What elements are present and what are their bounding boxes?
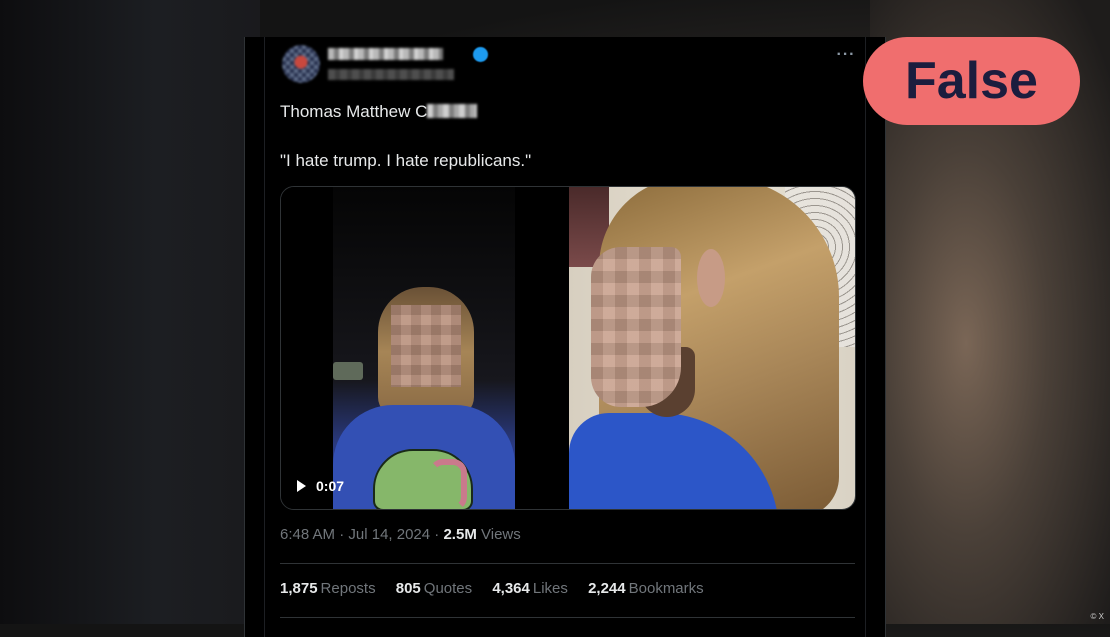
tweet-text-line-2: "I hate trump. I hate republicans." — [280, 151, 532, 170]
verdict-badge: False — [863, 37, 1080, 125]
tweet-name-text: Thomas Matthew C — [280, 102, 428, 121]
reposts-count: 1,875 — [280, 580, 318, 597]
user-handle-blurred[interactable] — [328, 69, 454, 80]
bookmarks-link[interactable]: 2,244 Bookmarks — [588, 580, 704, 597]
divider — [280, 563, 855, 564]
pixelated-face-profile — [591, 247, 681, 407]
tweet-time[interactable]: 6:48 AM — [280, 526, 335, 543]
divider — [280, 617, 855, 618]
bookmarks-label: Bookmarks — [628, 580, 704, 597]
verified-badge-icon — [473, 47, 488, 62]
play-icon[interactable] — [297, 480, 306, 492]
person-ear — [697, 249, 725, 307]
image-credit: © X — [1090, 612, 1104, 621]
reposts-label: Reposts — [320, 580, 376, 597]
pixelated-face — [391, 305, 461, 387]
tweet-date[interactable]: Jul 14, 2024 — [348, 526, 430, 543]
tweet-meta: 6:48 AM · Jul 14, 2024 · 2.5M Views — [280, 526, 521, 543]
likes-count: 4,364 — [492, 580, 530, 597]
avatar[interactable] — [282, 45, 320, 83]
views-label: Views — [481, 526, 521, 543]
reposts-link[interactable]: 1,875 Reposts — [280, 580, 376, 597]
background-left — [0, 0, 260, 624]
display-name-blurred[interactable] — [328, 48, 443, 60]
bookmarks-count: 2,244 — [588, 580, 626, 597]
background-light — [333, 362, 363, 380]
more-horizontal-icon[interactable]: ··· — [833, 45, 859, 65]
video-duration: 0:07 — [316, 478, 345, 494]
tweet-media: 0:07 — [280, 186, 856, 510]
quotes-count: 805 — [395, 580, 421, 597]
video-frame — [333, 187, 515, 509]
shirt-worm-graphic — [429, 459, 467, 509]
likes-label: Likes — [532, 580, 568, 597]
engagement-bar: 1,875 Reposts 805 Quotes 4,364 Likes 2,244 B… — [280, 580, 720, 597]
surname-blurred — [427, 104, 478, 118]
likes-link[interactable]: 4,364 Likes — [492, 580, 568, 597]
tweet-card: ··· Thomas Matthew C "I hate trump. I ha… — [244, 37, 886, 637]
tweet-text-line-1: Thomas Matthew C — [280, 102, 478, 122]
separator-dot: · — [339, 526, 349, 543]
quotes-label: Quotes — [423, 580, 473, 597]
video-player[interactable]: 0:07 — [281, 187, 569, 509]
views-count: 2.5M — [443, 526, 477, 543]
quotes-link[interactable]: 805 Quotes — [396, 580, 472, 597]
photo-image[interactable] — [569, 187, 855, 509]
